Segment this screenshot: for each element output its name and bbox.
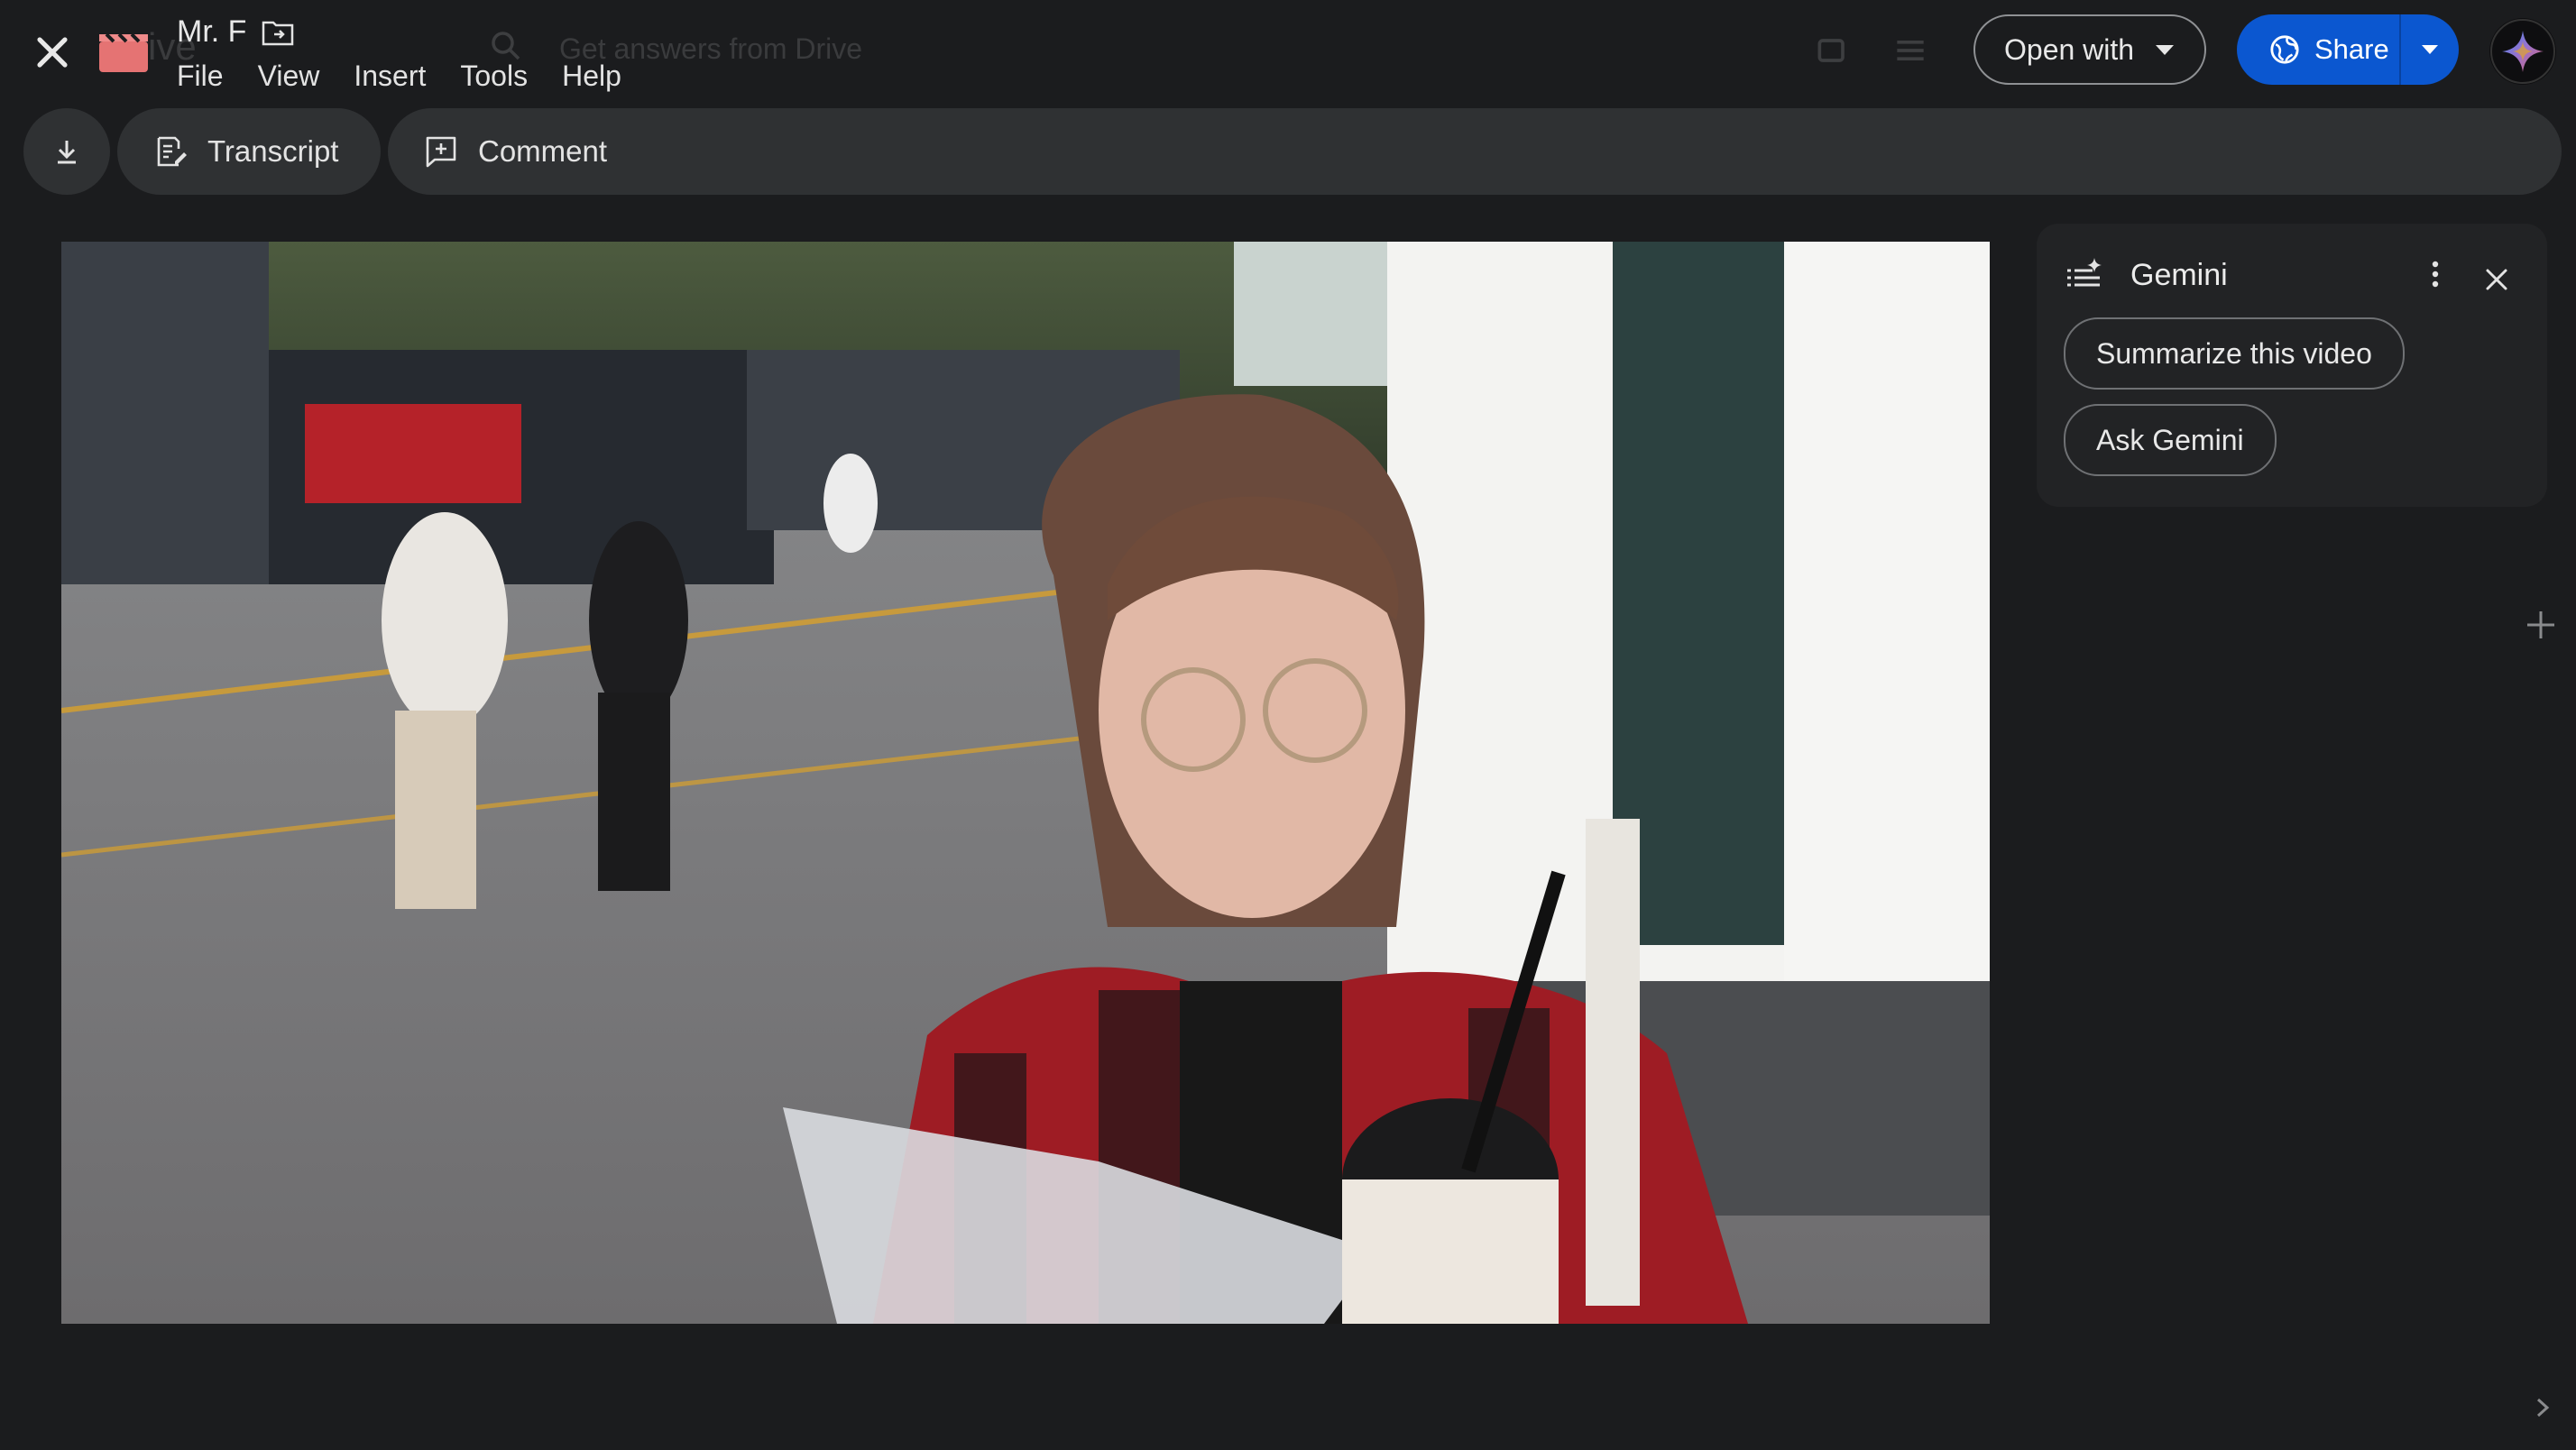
share-dropdown[interactable] xyxy=(2401,14,2459,85)
close-icon[interactable] xyxy=(27,27,78,78)
open-with-label: Open with xyxy=(2004,32,2135,66)
move-to-folder-icon[interactable] xyxy=(262,18,294,47)
download-icon xyxy=(58,141,76,164)
caret-down-icon xyxy=(2156,44,2175,55)
menu-help[interactable]: Help xyxy=(562,60,621,93)
video-frame xyxy=(61,242,1990,1324)
document-title[interactable]: Mr. F xyxy=(177,14,246,50)
gemini-title: Gemini xyxy=(2130,258,2228,292)
summarize-video-chip[interactable]: Summarize this video xyxy=(2064,317,2405,390)
open-with-button[interactable]: Open with xyxy=(1973,14,2206,85)
transcript-icon xyxy=(157,136,187,167)
comment-button[interactable]: Comment xyxy=(388,108,2562,195)
ask-gemini-chip[interactable]: Ask Gemini xyxy=(2064,404,2277,476)
background-tune-icon xyxy=(1891,31,1930,70)
caret-down-icon xyxy=(2422,45,2438,54)
menu-view[interactable]: View xyxy=(258,60,320,93)
comment-label: Comment xyxy=(478,134,608,168)
menu-insert[interactable]: Insert xyxy=(354,60,426,93)
gemini-spark-icon[interactable] xyxy=(2489,18,2556,85)
share-button-group: Share xyxy=(2237,14,2459,85)
download-button[interactable] xyxy=(23,108,110,195)
gemini-close-icon[interactable] xyxy=(2479,262,2515,298)
menu-bar: File View Insert Tools Help xyxy=(177,60,621,93)
gemini-list-icon xyxy=(2065,256,2103,292)
comment-icon xyxy=(426,136,456,168)
globe-icon xyxy=(2270,35,2299,64)
video-player[interactable] xyxy=(61,242,1990,1324)
share-label: Share xyxy=(2314,33,2389,65)
transcript-label: Transcript xyxy=(207,134,339,168)
background-filter-icon xyxy=(1813,31,1853,70)
chevron-right-icon[interactable] xyxy=(2531,1394,2554,1421)
menu-tools[interactable]: Tools xyxy=(460,60,528,93)
transcript-button[interactable]: Transcript xyxy=(117,108,381,195)
plus-icon[interactable] xyxy=(2516,601,2565,649)
share-button[interactable]: Share xyxy=(2237,14,2399,85)
more-vert-icon[interactable] xyxy=(2415,254,2455,294)
menu-file[interactable]: File xyxy=(177,60,224,93)
video-file-icon xyxy=(97,29,150,74)
gemini-panel: Gemini Summarize this video Ask Gemini xyxy=(2037,224,2547,507)
